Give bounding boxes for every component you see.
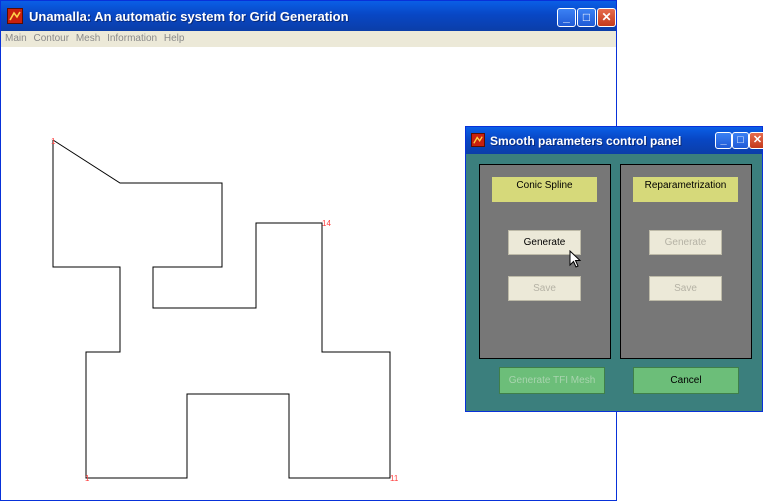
maximize-icon[interactable]: □ [732, 132, 749, 149]
reparametrization-save-button[interactable]: Save [649, 276, 722, 301]
conic-spline-save-button[interactable]: Save [508, 276, 581, 301]
reparametrization-panel: Reparametrization Generate Save [620, 164, 752, 359]
reparametrization-generate-button[interactable]: Generate [649, 230, 722, 255]
matlab-icon [471, 133, 485, 147]
marker-label: 1 [85, 474, 90, 483]
cancel-button[interactable]: Cancel [633, 367, 739, 394]
minimize-icon[interactable]: _ [715, 132, 732, 149]
dialog-titlebar[interactable]: Smooth parameters control panel _ □ ✕ [466, 127, 763, 154]
contour-outline [52, 139, 391, 479]
mouse-pointer-icon [569, 250, 582, 268]
conic-spline-label: Conic Spline [492, 177, 597, 202]
reparametrization-label: Reparametrization [633, 177, 738, 202]
close-icon[interactable]: ✕ [749, 132, 763, 149]
smooth-parameters-dialog: Smooth parameters control panel _ □ ✕ Co… [465, 126, 763, 412]
conic-spline-panel: Conic Spline Generate Save [479, 164, 611, 359]
marker-label: 1 [51, 137, 56, 146]
generate-tfi-mesh-button[interactable]: Generate TFI Mesh [499, 367, 605, 394]
marker-label: 11 [390, 474, 399, 483]
marker-label: 14 [322, 219, 331, 228]
dialog-title: Smooth parameters control panel [490, 134, 682, 148]
